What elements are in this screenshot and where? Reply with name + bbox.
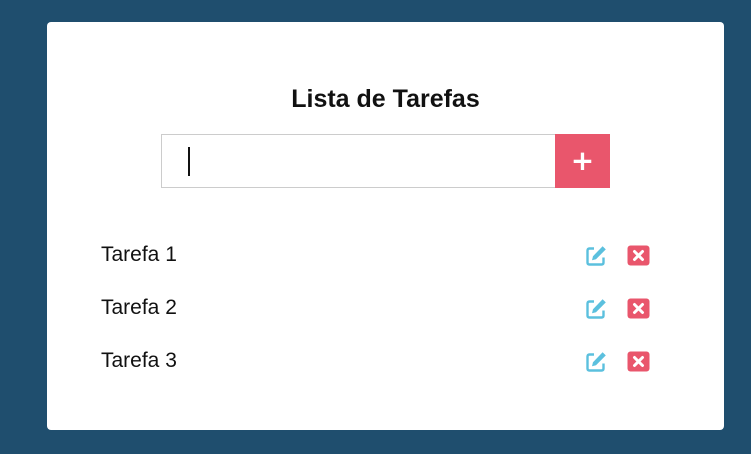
task-label: Tarefa 3: [101, 349, 177, 372]
edit-task-button[interactable]: [585, 298, 607, 320]
edit-task-button[interactable]: [585, 245, 607, 267]
list-item: Tarefa 1: [101, 229, 651, 282]
list-item: Tarefa 3: [101, 335, 651, 388]
close-icon: [627, 351, 650, 372]
new-task-input[interactable]: [161, 134, 555, 188]
edit-icon: [586, 352, 606, 372]
edit-task-button[interactable]: [585, 351, 607, 373]
new-task-form: +: [161, 134, 610, 188]
todo-card: Lista de Tarefas + Tarefa 1 Tarefa 2 Tar…: [47, 22, 724, 430]
edit-icon: [586, 299, 606, 319]
task-label: Tarefa 2: [101, 296, 177, 319]
add-task-button[interactable]: +: [555, 134, 610, 188]
delete-task-button[interactable]: [627, 298, 650, 319]
edit-icon: [586, 246, 606, 266]
task-label: Tarefa 1: [101, 243, 177, 266]
text-cursor: [188, 147, 190, 176]
list-item: Tarefa 2: [101, 282, 651, 335]
delete-task-button[interactable]: [627, 245, 650, 266]
close-icon: [627, 298, 650, 319]
delete-task-button[interactable]: [627, 351, 650, 372]
close-icon: [627, 245, 650, 266]
task-list: Tarefa 1 Tarefa 2 Tarefa 3: [101, 229, 651, 388]
page-title: Lista de Tarefas: [291, 85, 480, 113]
